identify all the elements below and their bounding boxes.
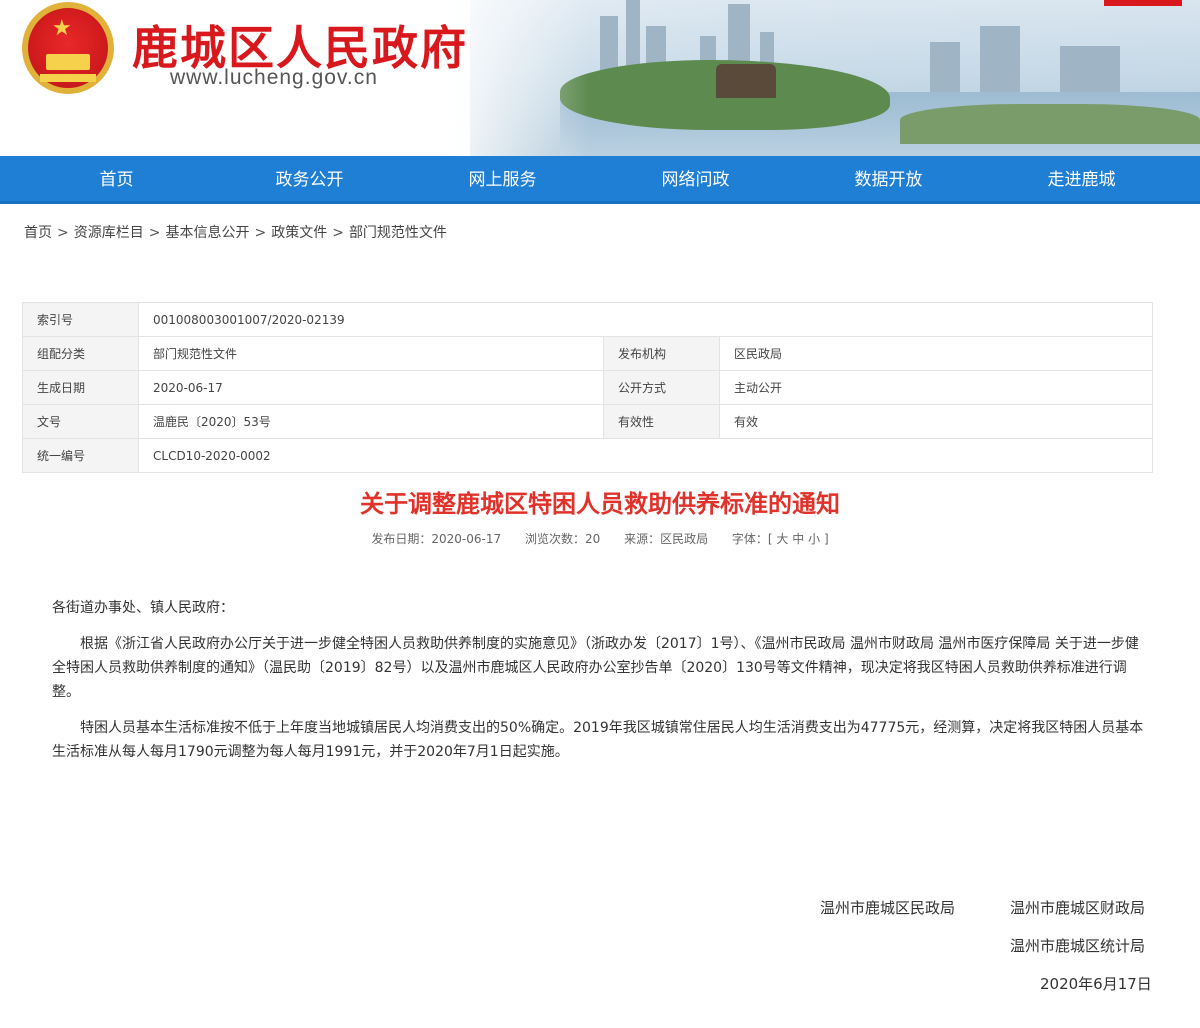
index-label: 索引号 — [22, 302, 139, 337]
font-medium-button[interactable]: 中 — [792, 532, 804, 546]
breadcrumb-separator: > — [254, 225, 267, 241]
font-size-switcher: 字体：[ 大 中 小 ] — [731, 532, 829, 546]
font-large-button[interactable]: 大 — [776, 532, 788, 546]
category-label: 组配分类 — [22, 336, 139, 371]
table-row: 文号 温鹿民〔2020〕53号 有效性 有效 — [22, 404, 1153, 439]
building — [980, 26, 1020, 96]
site-header: ★ 鹿城区人民政府 www.lucheng.gov.cn — [0, 0, 1200, 156]
date-label: 生成日期 — [22, 370, 139, 405]
table-row: 统一编号 CLCD10-2020-0002 — [22, 438, 1153, 473]
publish-date: 发布日期：2020-06-17 — [371, 532, 502, 546]
signature-org: 温州市鹿城区统计局 — [1010, 937, 1146, 955]
table-row: 生成日期 2020-06-17 公开方式 主动公开 — [22, 370, 1153, 405]
breadcrumb-link[interactable]: 政策文件 — [271, 225, 327, 241]
index-value: 001008003001007/2020-02139 — [138, 302, 1153, 337]
font-size-label: 字体： — [731, 532, 768, 546]
table-row: 索引号 001008003001007/2020-02139 — [22, 302, 1153, 337]
publisher-value: 区民政局 — [719, 336, 1153, 371]
building — [1060, 46, 1120, 96]
code-value: CLCD10-2020-0002 — [138, 438, 1153, 473]
code-label: 统一编号 — [22, 438, 139, 473]
signature-org: 温州市鹿城区财政局 — [1010, 899, 1146, 917]
nav-item-online-services[interactable]: 网上服务 — [406, 156, 599, 204]
breadcrumb-link[interactable]: 首页 — [24, 225, 52, 241]
paragraph: 根据《浙江省人民政府办公厅关于进一步健全特困人员救助供养制度的实施意见》（浙政办… — [52, 636, 1139, 700]
article-content: 各街道办事处、镇人民政府： 根据《浙江省人民政府办公厅关于进一步健全特困人员救助… — [52, 596, 1152, 776]
table-row: 组配分类 部门规范性文件 发布机构 区民政局 — [22, 336, 1153, 371]
nav-item-home[interactable]: 首页 — [20, 156, 213, 204]
breadcrumb: 首页 > 资源库栏目 > 基本信息公开 > 政策文件 > 部门规范性文件 — [24, 222, 447, 242]
main-nav: 首页 政务公开 网上服务 网络问政 数据开放 走进鹿城 — [0, 156, 1200, 204]
document-metadata-table: 索引号 001008003001007/2020-02139 组配分类 部门规范… — [22, 302, 1153, 473]
top-accent-bar — [1104, 0, 1182, 6]
breadcrumb-link[interactable]: 基本信息公开 — [165, 225, 249, 241]
view-count: 浏览次数：20 — [524, 532, 601, 546]
breadcrumb-link[interactable]: 资源库栏目 — [74, 225, 144, 241]
breadcrumb-separator: > — [148, 225, 161, 241]
method-value: 主动公开 — [719, 370, 1153, 405]
article-info-bar: 发布日期：2020-06-17 浏览次数：20 来源：区民政局 字体：[ 大 中… — [0, 530, 1200, 547]
category-value: 部门规范性文件 — [138, 336, 604, 371]
method-label: 公开方式 — [603, 370, 720, 405]
docno-label: 文号 — [22, 404, 139, 439]
nav-item-gov-affairs[interactable]: 政务公开 — [213, 156, 406, 204]
breadcrumb-separator: > — [57, 225, 69, 241]
breadcrumb-link[interactable]: 部门规范性文件 — [349, 225, 447, 241]
date-value: 2020-06-17 — [138, 370, 604, 405]
building — [930, 42, 960, 96]
pavilion — [716, 64, 776, 98]
park-shore — [900, 104, 1200, 144]
nav-item-about-lucheng[interactable]: 走进鹿城 — [985, 156, 1178, 204]
article-source: 来源：区民政局 — [624, 532, 709, 546]
validity-label: 有效性 — [603, 404, 720, 439]
article-title: 关于调整鹿城区特困人员救助供养标准的通知 — [360, 490, 840, 518]
publisher-label: 发布机构 — [603, 336, 720, 371]
signature-org: 温州市鹿城区民政局 — [820, 899, 956, 917]
paragraph: 特困人员基本生活标准按不低于上年度当地城镇居民人均消费支出的50%确定。2019… — [52, 720, 1144, 760]
site-url: www.lucheng.gov.cn — [170, 66, 378, 89]
salutation: 各街道办事处、镇人民政府： — [52, 600, 234, 616]
nav-item-online-consult[interactable]: 网络问政 — [599, 156, 792, 204]
validity-value: 有效 — [719, 404, 1153, 439]
breadcrumb-separator: > — [332, 225, 344, 241]
signature-date: 2020年6月17日 — [1040, 975, 1152, 993]
nav-item-open-data[interactable]: 数据开放 — [792, 156, 985, 204]
national-emblem-logo[interactable]: ★ — [22, 2, 114, 94]
font-small-button[interactable]: 小 — [808, 532, 820, 546]
docno-value: 温鹿民〔2020〕53号 — [138, 404, 604, 439]
